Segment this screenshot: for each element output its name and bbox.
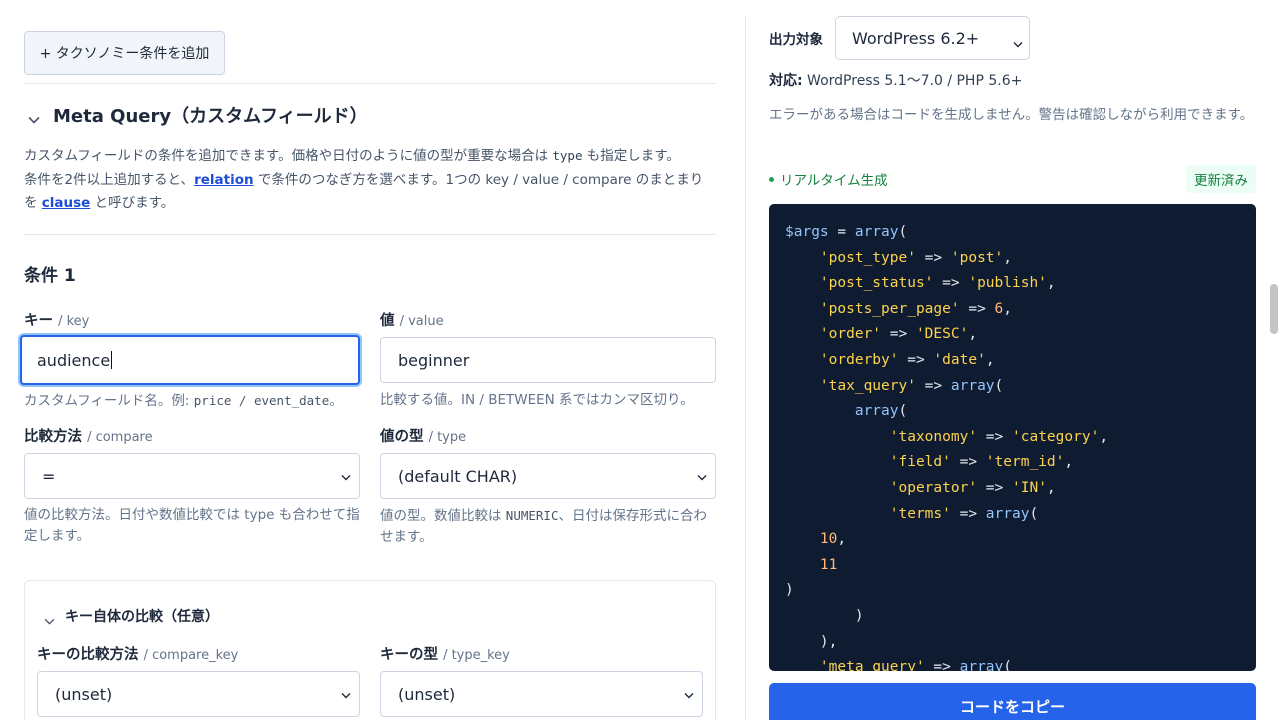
code-line: 'tax_query' => array( [819, 377, 1004, 394]
code-line: 'meta_query' => array( [819, 659, 1012, 671]
code-line: 'field' => 'term_id', [889, 454, 1074, 471]
code-line: 'orderby' => 'date', [819, 351, 995, 368]
compare-key-label: キーの比較方法 / compare_key [37, 647, 239, 663]
code-line: 'operator' => 'IN', [889, 479, 1056, 496]
code-line: ), [785, 633, 838, 650]
key-compare-header[interactable]: キー自体の比較（任意） [39, 601, 219, 631]
realtime-status-row: リアルタイム生成 更新済み [769, 165, 1256, 193]
value-help: 比較する値。IN / BETWEEN 系ではカンマ区切り。 [380, 392, 694, 408]
chevron-down-icon[interactable] [24, 110, 44, 130]
compare-key-select[interactable]: (unset) [37, 671, 360, 717]
code-line: ) [785, 582, 794, 599]
code-type: type [552, 148, 583, 163]
code-line: 'terms' => array( [889, 505, 1039, 522]
realtime-indicator: リアルタイム生成 [769, 169, 888, 189]
compare-help: 値の比較方法。日付や数値比較では type も合わせて指定します。 [24, 507, 360, 544]
divider [24, 234, 716, 235]
scrollbar-thumb[interactable] [1270, 284, 1278, 334]
output-target-row: 出力対象 WordPress 6.2+ [769, 16, 1030, 60]
key-input[interactable]: audience [20, 335, 360, 385]
code-line: 'taxonomy' => 'category', [889, 428, 1109, 445]
generated-code-block[interactable]: $args = array( 'post_type' => 'post', 'p… [769, 204, 1256, 671]
status-dot-icon [769, 176, 774, 182]
type-label: 値の型 / type [380, 429, 467, 445]
code-line: array( [854, 403, 908, 420]
compare-label: 比較方法 / compare [24, 429, 153, 445]
type-help: 値の型。数値比較は NUMERIC、日付は保存形式に合わせます。 [380, 508, 707, 545]
value-label: 値 / value [380, 313, 444, 329]
section-title: Meta Query（カスタムフィールド） [53, 106, 368, 127]
error-note: エラーがある場合はコードを生成しません。警告は確認しながら利用できます。 [769, 107, 1254, 123]
query-builder-panel: + タクソノミー条件を追加 Meta Query（カスタムフィールド） カスタム… [20, 0, 716, 720]
meta-query-header[interactable]: Meta Query（カスタムフィールド） [24, 100, 368, 130]
clause-link[interactable]: clause [42, 195, 91, 211]
type-key-select[interactable]: (unset) [380, 671, 703, 717]
panel-divider [745, 16, 746, 720]
code-line: 10, [819, 531, 847, 548]
compare-select[interactable]: = [24, 453, 360, 499]
chevron-down-icon [683, 689, 695, 701]
code-line: 'posts_per_page' => 6, [819, 300, 1012, 317]
add-taxonomy-condition-button[interactable]: + タクソノミー条件を追加 [24, 31, 225, 75]
compatibility-info: 対応: WordPress 5.1〜7.0 / PHP 5.6+ [769, 73, 1023, 89]
value-input[interactable]: beginner [380, 337, 716, 383]
key-compare-section: キー自体の比較（任意） キーの比較方法 / compare_key (unset… [24, 580, 716, 720]
condition-title: 条件 1 [24, 266, 76, 286]
code-line: $args = array( [785, 224, 908, 240]
output-target-select[interactable]: WordPress 6.2+ [835, 16, 1030, 60]
chevron-down-icon [340, 689, 352, 701]
copy-code-button[interactable]: コードをコピー [769, 683, 1256, 720]
key-label: キー / key [24, 313, 90, 329]
meta-query-description: カスタムフィールドの条件を追加できます。価格や日付のように値の型が重要な場合は … [24, 148, 704, 211]
chevron-down-icon [340, 471, 352, 483]
chevron-down-icon[interactable] [39, 611, 59, 631]
code-output-panel: 出力対象 WordPress 6.2+ 対応: WordPress 5.1〜7.… [769, 0, 1256, 720]
type-select[interactable]: (default CHAR) [380, 453, 716, 499]
divider [24, 83, 716, 84]
status-badge: 更新済み [1186, 165, 1256, 193]
type-key-label: キーの型 / type_key [380, 647, 510, 663]
key-compare-title: キー自体の比較（任意） [65, 609, 219, 625]
code-line: 11 [819, 556, 838, 573]
output-target-label: 出力対象 [769, 32, 823, 48]
chevron-down-icon [1013, 33, 1023, 52]
key-help: カスタムフィールド名。例: price / event_date。 [24, 393, 343, 409]
code-line: ) [785, 607, 864, 624]
code-line: 'post_type' => 'post', [819, 249, 1012, 266]
code-line: 'post_status' => 'publish', [819, 275, 1056, 292]
code-line: 'order' => 'DESC', [819, 326, 978, 343]
relation-link[interactable]: relation [194, 172, 254, 188]
chevron-down-icon [696, 471, 708, 483]
text-caret [111, 351, 113, 369]
